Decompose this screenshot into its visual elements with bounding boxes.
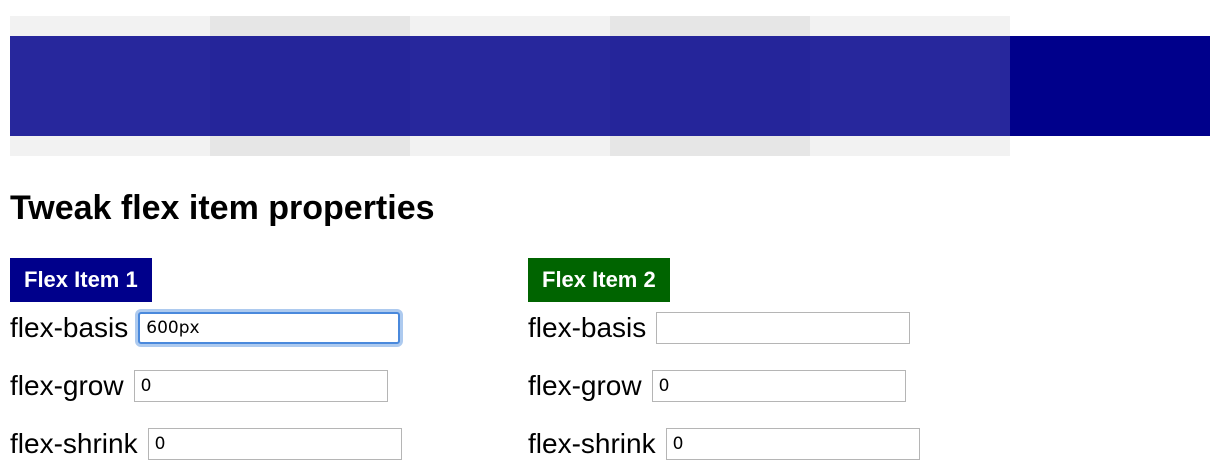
flex-item-1-bar [10,36,1010,136]
flex-grow-label: flex-grow [528,370,642,401]
flex-grow-row: flex-grow [10,370,388,402]
flex-item-1-basis-input[interactable] [138,312,401,344]
flex-basis-label: flex-basis [10,312,129,343]
flex-basis-row: flex-basis [10,312,401,344]
flex-shrink-label: flex-shrink [10,428,138,459]
flex-item-2-panel: Flex Item 2 flex-basis flex-grow flex-sh… [528,258,920,460]
flex-item-1-shrink-input[interactable] [147,428,402,460]
flex-item-1-overflow [1010,36,1210,136]
flex-grow-row: flex-grow [528,370,906,402]
flex-item-1-title: Flex Item 1 [10,258,152,302]
flex-item-1-panel: Flex Item 1 flex-basis flex-grow flex-sh… [10,258,402,460]
flex-item-1-grow-input[interactable] [133,370,388,402]
flex-item-2-grow-input[interactable] [651,370,906,402]
flex-basis-row: flex-basis [528,312,911,344]
page: Tweak flex item properties Flex Item 1 f… [0,0,1226,474]
flex-item-2-basis-input[interactable] [656,312,911,344]
flex-item-2-title: Flex Item 2 [528,258,670,302]
flex-basis-label: flex-basis [528,312,647,343]
flex-grow-label: flex-grow [10,370,124,401]
flex-shrink-row: flex-shrink [528,428,920,460]
flex-item-2-shrink-input[interactable] [665,428,920,460]
flex-shrink-row: flex-shrink [10,428,402,460]
flex-shrink-label: flex-shrink [528,428,656,459]
page-heading: Tweak flex item properties [10,189,435,227]
